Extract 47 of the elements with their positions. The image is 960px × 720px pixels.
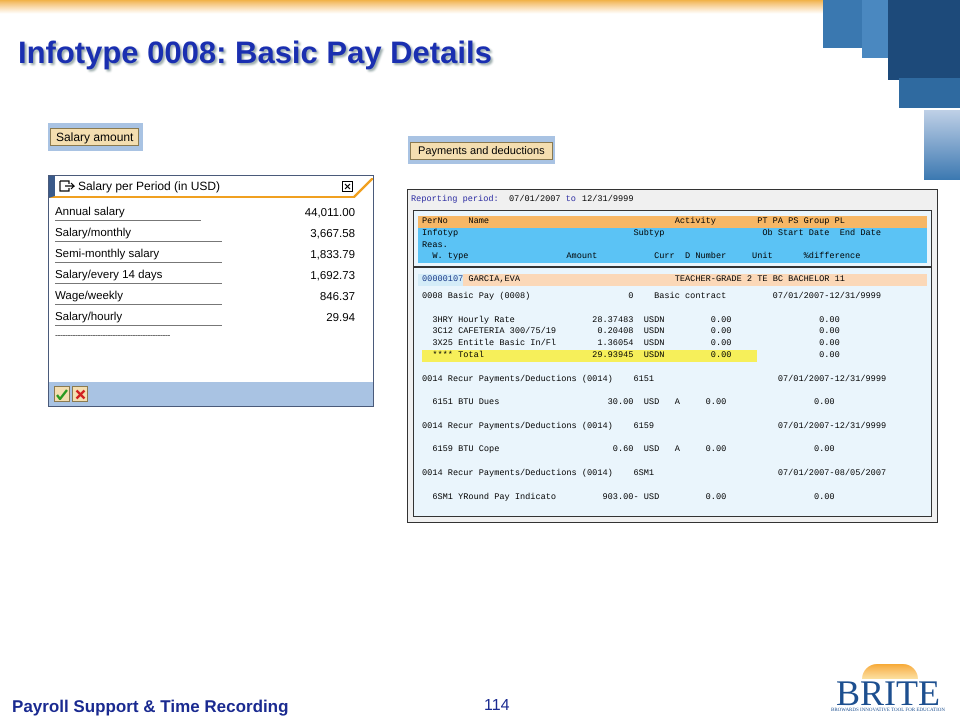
report-line: 0014 Recur Payments/Deductions (0014) 6151 07/01/2007-12/31/9999	[421, 374, 888, 386]
field-label: Semi-monthly salary	[55, 246, 222, 263]
report-line: 3C12 CAFETERIA 300/75/19 0.20408 USDN 0.00 0.00	[431, 326, 841, 338]
period-label: Reporting period:	[411, 193, 500, 206]
field-label: Salary/every 14 days	[55, 267, 222, 284]
field-value: 29.94	[326, 311, 355, 326]
field-label: Annual salary	[55, 204, 201, 221]
period-date: 07/01/2007	[509, 193, 561, 206]
page-number: 114	[484, 696, 510, 716]
column-header: Reas.	[418, 240, 927, 252]
window-icon	[59, 180, 75, 192]
salary-amount-button[interactable]: Salary amount	[50, 128, 140, 146]
field-value: 44,011.00	[304, 206, 355, 221]
field-value: 1,692.73	[310, 269, 355, 284]
close-button[interactable]	[342, 180, 353, 192]
payments-deductions-button[interactable]: Payments and deductions	[410, 142, 553, 160]
column-header: W. type Amount Curr D Number Unit %difference	[418, 251, 927, 264]
slide-title: Infotype 0008: Basic Pay Details	[18, 34, 492, 72]
field-label: Wage/weekly	[55, 288, 222, 305]
report-line: 3HRY Hourly Rate 28.37483 USDN 0.00 0.00	[431, 314, 841, 326]
field-label: Salary/monthly	[55, 225, 222, 242]
corner-stroke-drawing	[353, 178, 373, 198]
field-label: Salary/hourly	[55, 309, 222, 326]
employee-name: GARCIA,EVA TEACHER-GRADE 2 TE BC BACHELOR 11	[463, 274, 927, 286]
report-line: 0014 Recur Payments/Deductions (0014) 6SM1 07/01/2007-08/05/2007	[421, 468, 888, 480]
report-line: 6151 BTU Dues 30.00 USD A 0.00 0.00	[431, 397, 836, 409]
confirm-button[interactable]	[54, 386, 70, 402]
cancel-button[interactable]	[72, 386, 88, 402]
column-header: Infotyp Subtyp Ob Start Date End Date	[418, 228, 927, 240]
footer-text: Payroll Support & Time Recording	[12, 696, 288, 718]
report-line: 3X25 Entitle Basic In/Fl 1.36054 USDN 0.00 0.00	[431, 338, 841, 350]
report-line: 0008 Basic Pay (0008) 0 Basic contract 07/01/2007-12/31/9999	[421, 290, 882, 303]
period-word: to	[566, 193, 576, 206]
report-line: 0014 Recur Payments/Deductions (0014) 6159 07/01/2007-12/31/9999	[421, 420, 888, 433]
logo-wordmark: BRITE	[836, 680, 940, 707]
report-line: 6SM1 YRound Pay Indicato 903.00- USD 0.00 0.00	[431, 492, 836, 504]
total-difference: 0.00	[818, 350, 840, 362]
dashed-separator: ----------------------------------------------	[55, 329, 171, 342]
dialog-title: Salary per Period (in USD)	[78, 178, 222, 195]
period-date: 12/31/9999	[582, 193, 634, 206]
sun-arc-drawing	[862, 664, 918, 679]
column-header: PerNo Name Activity PT PA PS Group PL	[418, 216, 927, 228]
report-line: 6159 BTU Cope 0.60 USD A 0.00 0.00	[431, 444, 836, 456]
personnel-number: 00000107	[418, 274, 464, 286]
field-value: 1,833.79	[310, 248, 355, 263]
field-value: 3,667.58	[310, 227, 355, 242]
field-value: 846.37	[320, 290, 355, 305]
